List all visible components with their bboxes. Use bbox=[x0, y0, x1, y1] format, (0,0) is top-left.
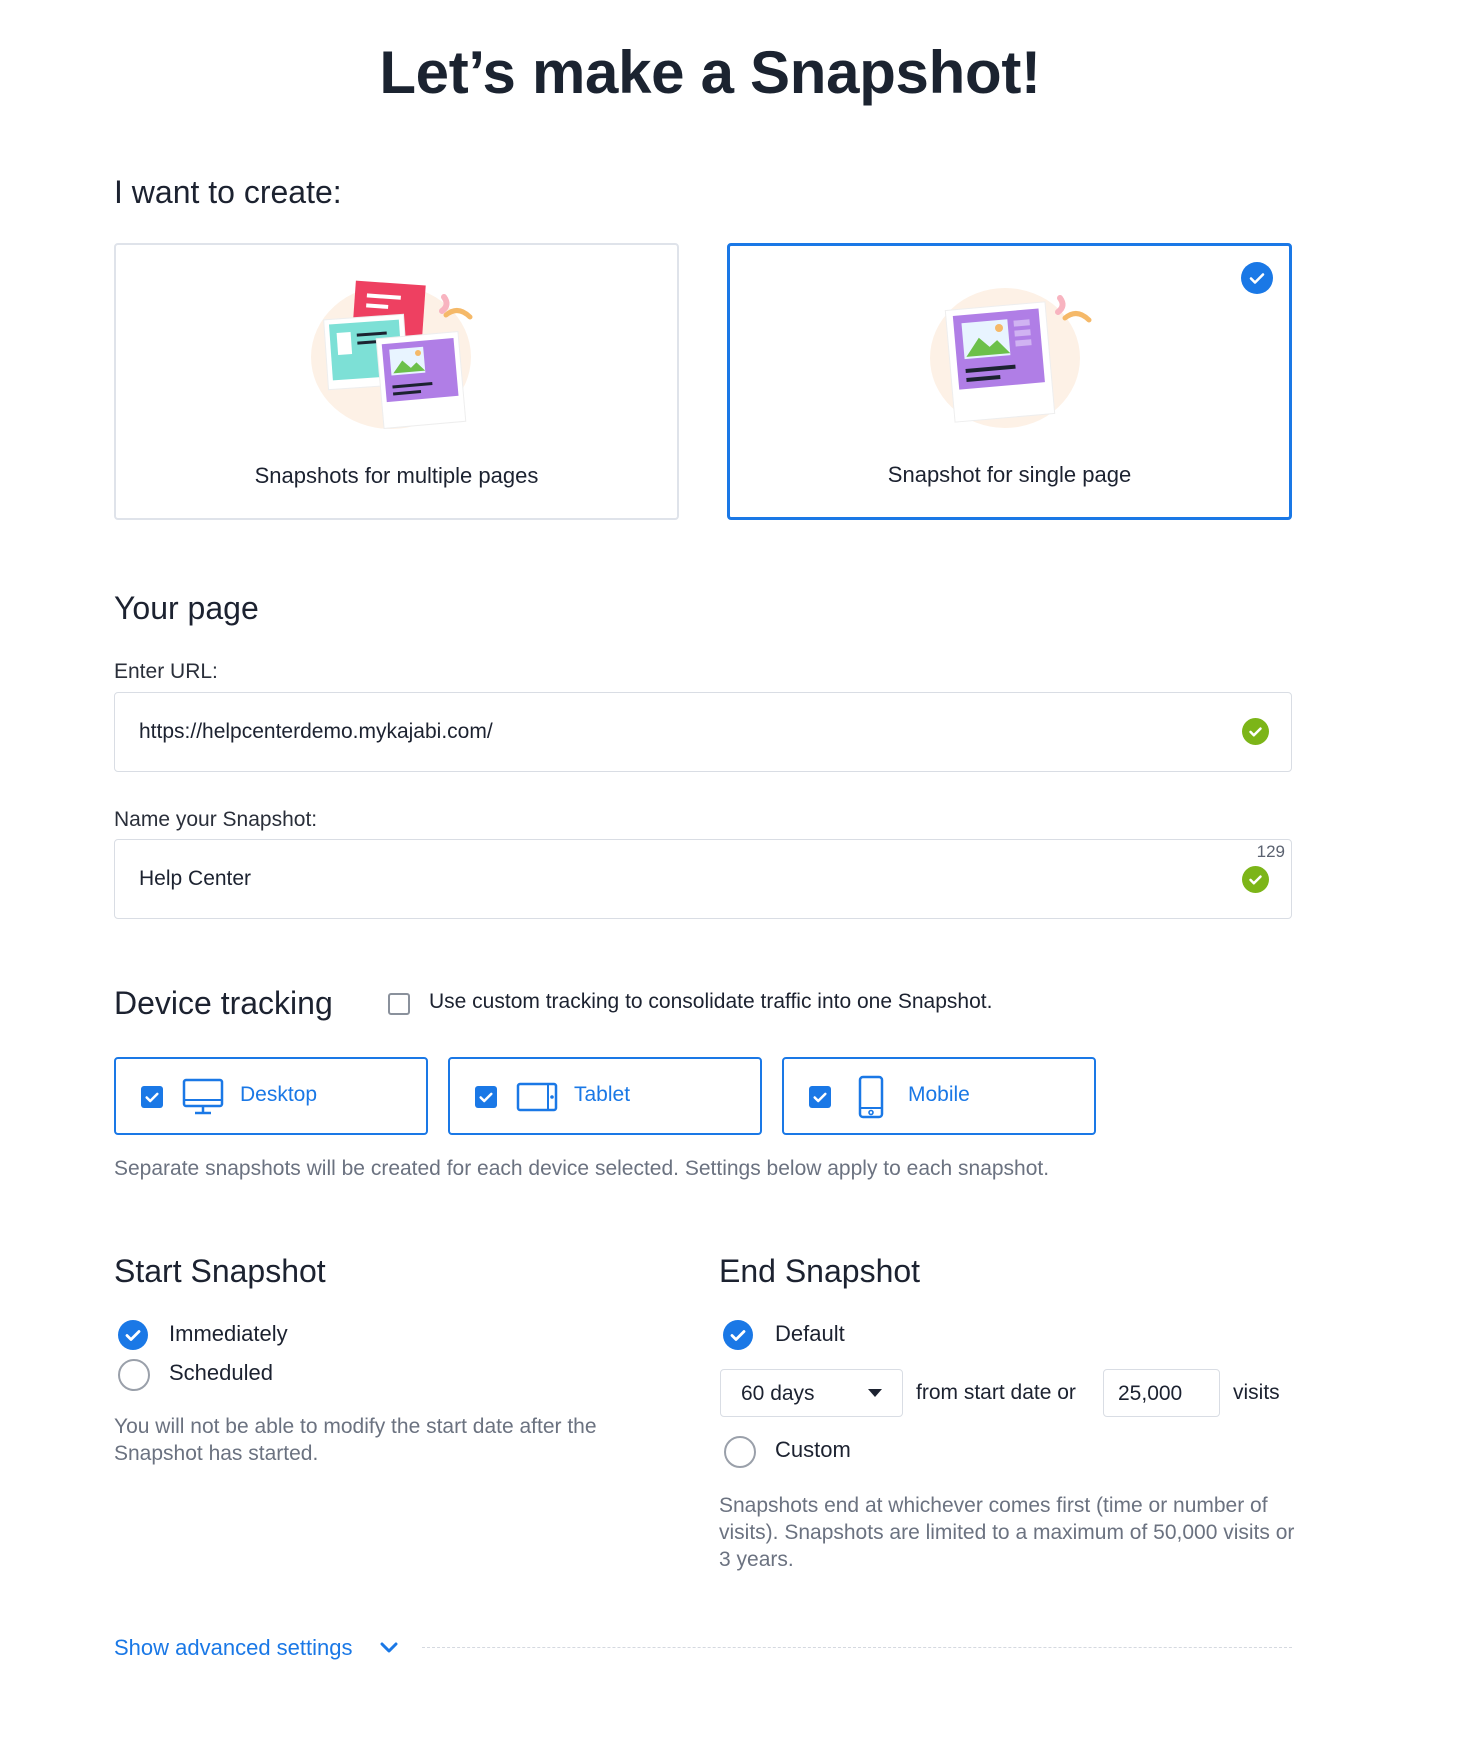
start-immediately-radio[interactable] bbox=[118, 1320, 148, 1350]
your-page-heading: Your page bbox=[114, 590, 259, 626]
visits-text: visits bbox=[1233, 1381, 1280, 1404]
option-single-page-label: Snapshot for single page bbox=[887, 462, 1132, 487]
create-heading: I want to create: bbox=[114, 174, 342, 210]
section-divider bbox=[422, 1647, 1292, 1648]
single-page-illustration bbox=[930, 288, 1092, 428]
desktop-icon bbox=[182, 1078, 224, 1115]
end-snapshot-heading: End Snapshot bbox=[719, 1253, 921, 1289]
option-multiple-pages-label: Snapshots for multiple pages bbox=[254, 463, 539, 488]
selected-check-icon bbox=[1241, 262, 1273, 294]
end-custom-radio[interactable] bbox=[724, 1436, 756, 1468]
custom-tracking-checkbox[interactable] bbox=[388, 993, 410, 1015]
option-multiple-pages-card[interactable]: Snapshots for multiple pages bbox=[114, 243, 679, 520]
tablet-icon bbox=[516, 1082, 558, 1112]
duration-select[interactable]: 60 days bbox=[720, 1369, 903, 1417]
end-default-label: Default bbox=[775, 1321, 845, 1346]
from-start-date-text: from start date or bbox=[916, 1381, 1076, 1404]
page-title: Let’s make a Snapshot! bbox=[379, 39, 1041, 106]
visits-value: 25,000 bbox=[1118, 1382, 1183, 1405]
mobile-label: Mobile bbox=[908, 1083, 970, 1106]
character-counter: 129 bbox=[1256, 842, 1285, 861]
device-mobile[interactable]: Mobile bbox=[782, 1057, 1096, 1135]
start-immediately-label: Immediately bbox=[169, 1321, 288, 1346]
show-advanced-settings-link[interactable]: Show advanced settings bbox=[114, 1635, 353, 1661]
name-label: Name your Snapshot: bbox=[114, 808, 318, 831]
valid-check-icon bbox=[1242, 866, 1269, 893]
device-tablet[interactable]: Tablet bbox=[448, 1057, 762, 1135]
mobile-icon bbox=[858, 1075, 884, 1119]
device-desktop[interactable]: Desktop bbox=[114, 1057, 428, 1135]
url-value: https://helpcenterdemo.mykajabi.com/ bbox=[139, 720, 493, 743]
multiple-pages-illustration bbox=[311, 280, 473, 429]
tablet-label: Tablet bbox=[574, 1083, 631, 1106]
option-single-page-card[interactable]: Snapshot for single page bbox=[727, 243, 1292, 520]
chevron-down-icon[interactable] bbox=[380, 1642, 398, 1654]
custom-tracking-label: Use custom tracking to consolidate traff… bbox=[429, 990, 993, 1013]
device-tracking-heading: Device tracking bbox=[114, 985, 333, 1021]
end-custom-label: Custom bbox=[775, 1437, 851, 1462]
tablet-checkbox[interactable] bbox=[475, 1086, 497, 1108]
device-helper-text: Separate snapshots will be created for e… bbox=[114, 1157, 1050, 1180]
valid-check-icon bbox=[1242, 718, 1269, 745]
end-default-radio[interactable] bbox=[723, 1320, 753, 1350]
mobile-checkbox[interactable] bbox=[809, 1086, 831, 1108]
start-scheduled-radio[interactable] bbox=[118, 1359, 150, 1391]
start-snapshot-heading: Start Snapshot bbox=[114, 1253, 326, 1289]
snapshot-name-value: Help Center bbox=[139, 867, 252, 890]
duration-value: 60 days bbox=[741, 1382, 815, 1405]
url-label: Enter URL: bbox=[114, 660, 218, 683]
desktop-checkbox[interactable] bbox=[141, 1086, 163, 1108]
caret-down-icon bbox=[868, 1389, 882, 1397]
url-input[interactable]: https://helpcenterdemo.mykajabi.com/ bbox=[114, 692, 1292, 772]
end-helper-text: Snapshots end at whichever comes first (… bbox=[719, 1494, 1295, 1571]
start-helper-text: You will not be able to modify the start… bbox=[114, 1415, 597, 1465]
start-scheduled-label: Scheduled bbox=[169, 1360, 273, 1385]
visits-input[interactable]: 25,000 bbox=[1103, 1369, 1220, 1417]
snapshot-name-input[interactable]: Help Center 129 bbox=[114, 839, 1292, 919]
desktop-label: Desktop bbox=[240, 1083, 318, 1106]
